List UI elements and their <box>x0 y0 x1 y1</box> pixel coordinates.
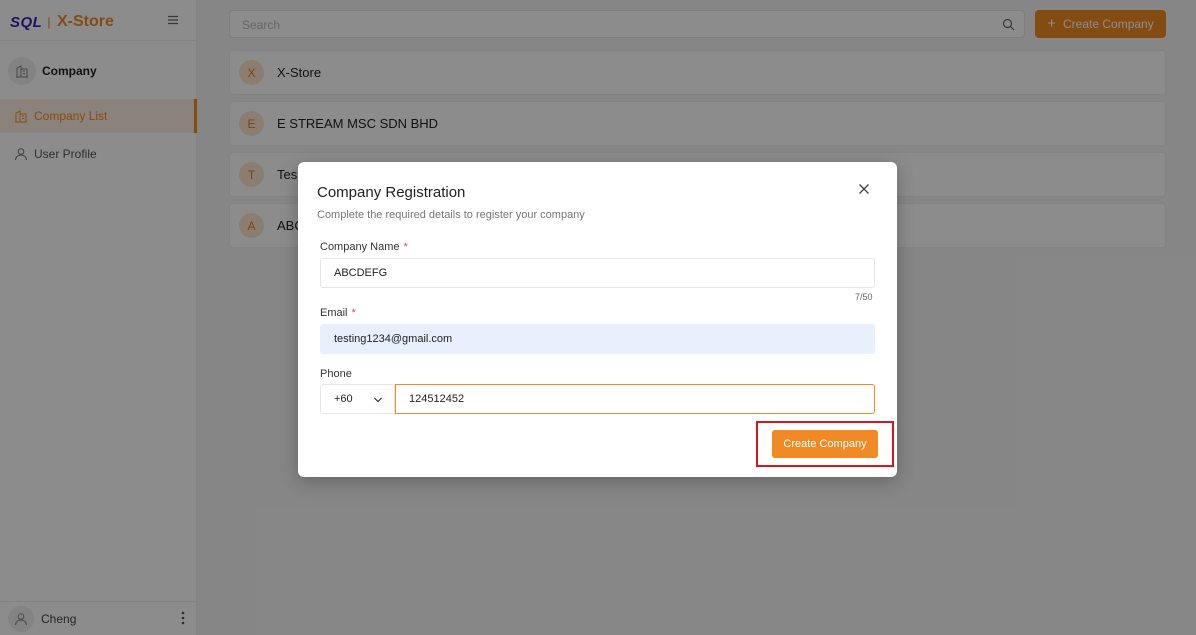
country-code-select[interactable]: +60 <box>320 384 395 414</box>
email-field[interactable]: testing1234@gmail.com <box>320 324 875 354</box>
modal-title: Company Registration <box>317 184 466 201</box>
phone-field[interactable]: 124512452 <box>395 384 875 414</box>
required-mark: * <box>403 241 408 253</box>
chevron-down-icon <box>373 395 383 403</box>
character-counter: 7/50 <box>855 292 873 302</box>
phone-value: 124512452 <box>409 393 465 405</box>
email-label-text: Email <box>320 307 348 319</box>
close-icon[interactable] <box>858 182 870 194</box>
phone-label: Phone <box>320 368 352 380</box>
company-name-label-text: Company Name <box>320 241 400 253</box>
submit-create-company-button[interactable]: Create Company <box>772 430 878 458</box>
required-mark: * <box>351 307 356 319</box>
company-name-label: Company Name * <box>320 241 408 253</box>
email-value: testing1234@gmail.com <box>334 333 453 345</box>
submit-label: Create Company <box>783 438 867 450</box>
company-name-field[interactable]: ABCDEFG <box>320 258 875 288</box>
country-code-value: +60 <box>334 393 353 405</box>
phone-label-text: Phone <box>320 368 352 380</box>
email-label: Email * <box>320 307 356 319</box>
modal-subtitle: Complete the required details to registe… <box>317 209 585 221</box>
company-registration-modal: Company Registration Complete the requir… <box>298 162 897 477</box>
company-name-value: ABCDEFG <box>334 267 388 279</box>
